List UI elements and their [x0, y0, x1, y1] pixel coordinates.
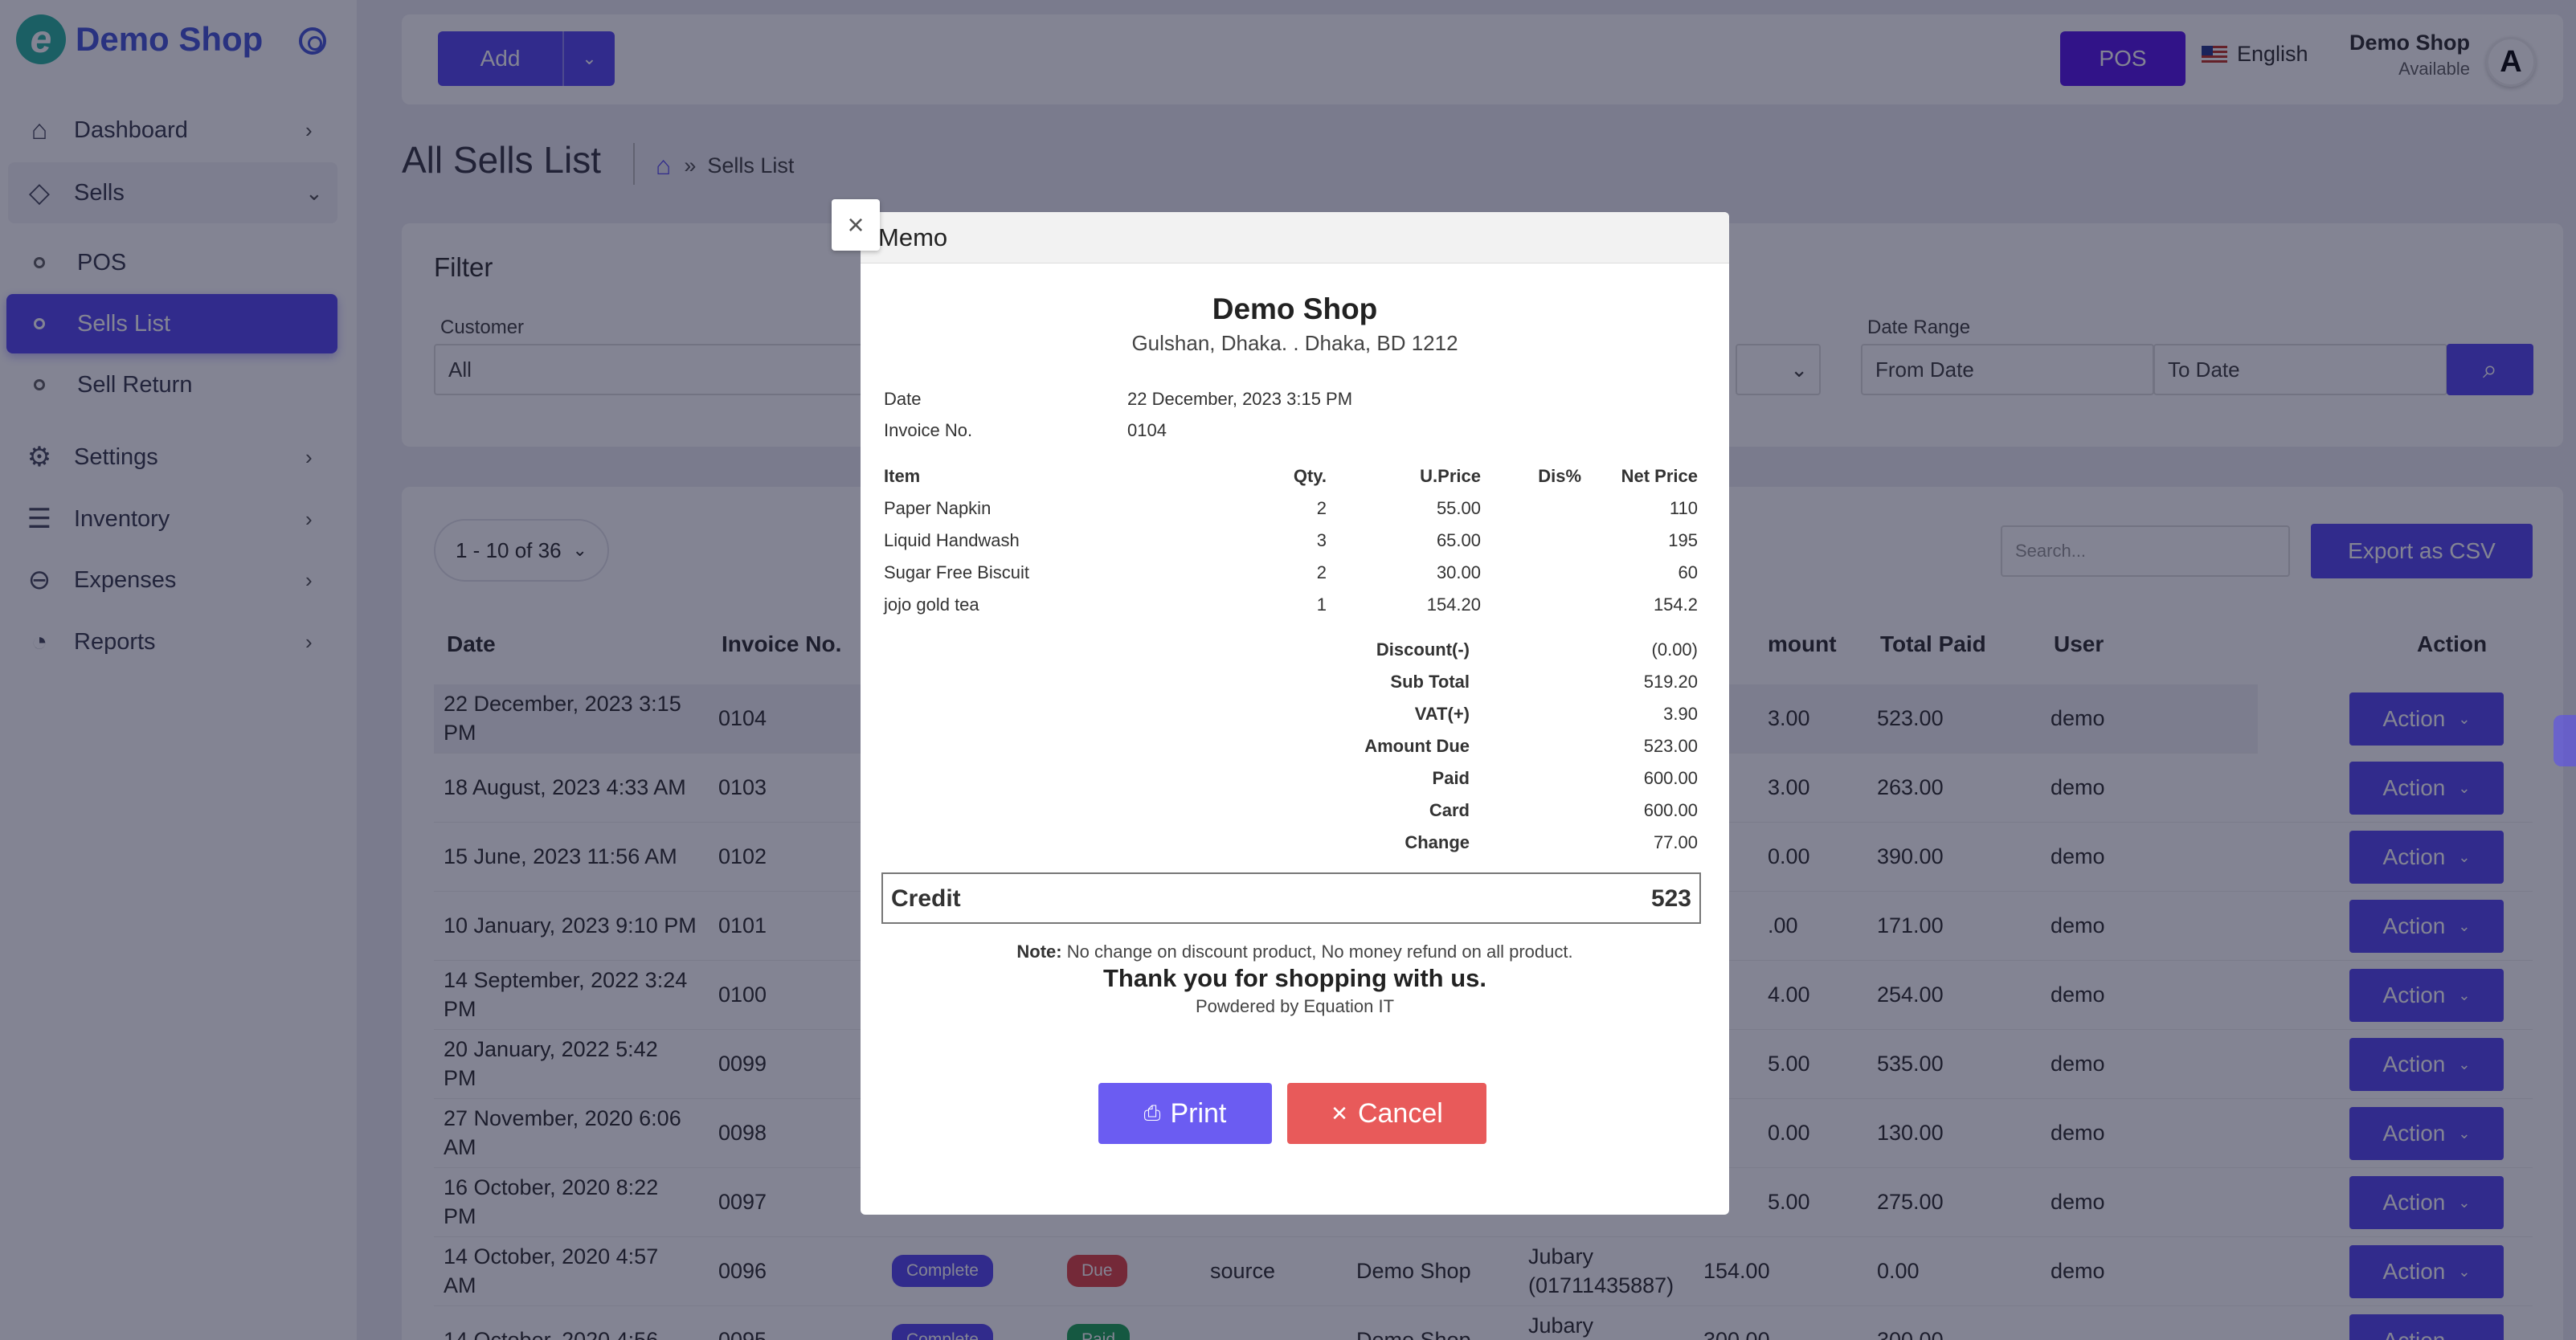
- memo-total-label: Card: [1429, 800, 1470, 820]
- memo-total-value: (0.00): [1651, 639, 1698, 660]
- memo-total-value: 600.00: [1643, 768, 1698, 788]
- memo-total-value: 523.00: [1643, 736, 1698, 756]
- memo-thanks: Thank you for shopping with us.: [1102, 964, 1487, 992]
- memo-powered-by: Powdered by Equation IT: [1195, 996, 1395, 1016]
- settings-drawer-tab[interactable]: [2554, 715, 2576, 766]
- memo-note-label: Note:: [1016, 942, 1062, 962]
- memo-total-value: 600.00: [1643, 800, 1698, 820]
- memo-total-value: 519.20: [1643, 672, 1698, 692]
- memo-item-qty: 3: [1316, 530, 1327, 550]
- memo-invoice-label: Invoice No.: [884, 420, 973, 440]
- memo-total-value: 77.00: [1653, 832, 1698, 852]
- memo-item-net: 60: [1678, 562, 1698, 582]
- memo-total-label: VAT(+): [1414, 704, 1470, 724]
- memo-col-qty: Qty.: [1293, 466, 1327, 486]
- memo-credit-value: 523: [1650, 885, 1691, 912]
- memo-col-uprice: U.Price: [1420, 466, 1481, 486]
- cancel-button[interactable]: ✕ Cancel: [1287, 1083, 1486, 1144]
- modal-header: Memo: [861, 212, 1729, 264]
- printer-icon: ⎙: [1143, 1101, 1161, 1125]
- memo-item-net: 195: [1668, 530, 1698, 550]
- memo-total-label: Change: [1405, 832, 1470, 852]
- memo-item-net: 154.2: [1653, 594, 1698, 615]
- memo-item-name: Liquid Handwash: [884, 530, 1020, 550]
- memo-col-net: Net Price: [1621, 466, 1698, 486]
- memo-modal: Memo Demo Shop Gulshan, Dhaka. . Dhaka, …: [861, 212, 1729, 1215]
- memo-item-name: jojo gold tea: [884, 594, 979, 615]
- print-button-label: Print: [1170, 1097, 1227, 1129]
- memo-date-label: Date: [884, 389, 922, 409]
- memo-shop-name: Demo Shop: [1212, 292, 1378, 325]
- close-icon: ✕: [1331, 1101, 1348, 1126]
- memo-note: Note: No change on discount product, No …: [861, 942, 1729, 962]
- print-button[interactable]: ⎙ Print: [1098, 1083, 1272, 1144]
- memo-item-name: Paper Napkin: [884, 498, 992, 518]
- cancel-button-label: Cancel: [1357, 1097, 1443, 1129]
- memo-item-uprice: 65.00: [1436, 530, 1481, 550]
- memo-date-value: 22 December, 2023 3:15 PM: [1127, 389, 1353, 409]
- memo-item-uprice: 154.20: [1426, 594, 1481, 615]
- memo-credit-box: Credit 523: [881, 872, 1701, 924]
- close-icon[interactable]: ×: [832, 199, 880, 251]
- memo-item-qty: 1: [1316, 594, 1327, 615]
- memo-item-net: 110: [1669, 498, 1698, 518]
- memo-total-label: Amount Due: [1364, 736, 1470, 756]
- memo-col-item: Item: [884, 466, 921, 486]
- memo-item-uprice: 55.00: [1436, 498, 1481, 518]
- memo-total-label: Discount(-): [1376, 639, 1470, 660]
- memo-invoice-value: 0104: [1127, 420, 1167, 440]
- memo-credit-label: Credit: [891, 885, 961, 912]
- memo-item-name: Sugar Free Biscuit: [884, 562, 1029, 582]
- memo-col-dis: Dis%: [1538, 466, 1581, 486]
- memo-item-qty: 2: [1316, 562, 1327, 582]
- memo-shop-address: Gulshan, Dhaka. . Dhaka, BD 1212: [1131, 331, 1458, 355]
- memo-total-value: 3.90: [1663, 704, 1698, 724]
- modal-title: Memo: [878, 223, 948, 251]
- memo-note-text: No change on discount product, No money …: [1066, 942, 1573, 962]
- memo-item-uprice: 30.00: [1436, 562, 1481, 582]
- memo-item-qty: 2: [1316, 498, 1327, 518]
- memo-total-label: Paid: [1432, 768, 1470, 788]
- memo-total-label: Sub Total: [1390, 672, 1470, 692]
